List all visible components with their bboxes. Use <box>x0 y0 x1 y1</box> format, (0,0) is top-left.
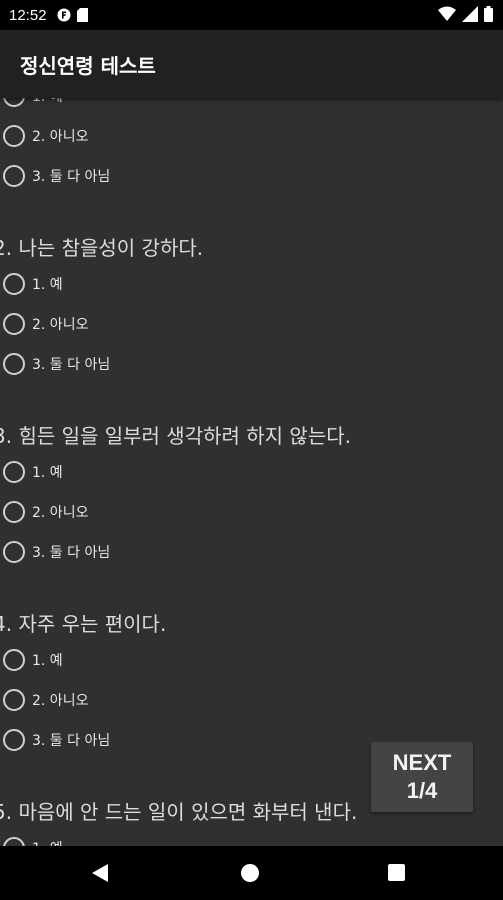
radio-button[interactable] <box>3 313 25 335</box>
status-time: 12:52 <box>9 6 47 24</box>
option-label: 3. 둘 다 아님 <box>32 357 111 373</box>
next-button-label: NEXT <box>392 750 452 775</box>
status-bar: 12:52 <box>0 0 503 30</box>
option-q4-2[interactable]: 2. 아니오 <box>0 680 503 720</box>
cellular-signal-icon <box>462 6 478 22</box>
option-label: 1. 예 <box>32 653 63 669</box>
radio-button[interactable] <box>3 729 25 751</box>
question-4-text: 4. 자주 우는 편이다. <box>0 612 167 636</box>
option-label: 1. 예 <box>32 465 63 481</box>
sd-card-icon <box>76 8 88 22</box>
navigation-bar <box>0 846 503 900</box>
page-title: 정신연령 테스트 <box>20 53 156 78</box>
radio-button[interactable] <box>3 273 25 295</box>
app-notification-icon <box>57 8 71 22</box>
option-label: 1. 예 <box>32 277 63 293</box>
radio-button[interactable] <box>3 98 25 107</box>
radio-button[interactable] <box>3 689 25 711</box>
app-bar: 정신연령 테스트 <box>0 30 503 98</box>
radio-button[interactable] <box>3 541 25 563</box>
page-indicator: 1/4 <box>406 778 438 803</box>
question-list-scroll[interactable]: 1. 예 2. 아니오 3. 둘 다 아님 2. 나는 참을성이 강하다. 1.… <box>0 98 503 846</box>
option-q3-3[interactable]: 3. 둘 다 아님 <box>0 532 503 572</box>
option-q2-1[interactable]: 1. 예 <box>0 264 503 304</box>
option-q1-3[interactable]: 3. 둘 다 아님 <box>0 156 503 196</box>
option-q2-3[interactable]: 3. 둘 다 아님 <box>0 344 503 384</box>
recents-icon[interactable] <box>388 864 405 881</box>
battery-icon <box>484 6 493 22</box>
next-button[interactable]: NEXT 1/4 <box>371 742 473 812</box>
option-q3-2[interactable]: 2. 아니오 <box>0 492 503 532</box>
question-3-text: 3. 힘든 일을 일부러 생각하려 하지 않는다. <box>0 424 351 448</box>
home-icon[interactable] <box>241 864 259 882</box>
back-icon[interactable] <box>92 864 110 882</box>
option-label: 2. 아니오 <box>32 129 89 145</box>
option-q1-2[interactable]: 2. 아니오 <box>0 116 503 156</box>
option-q2-2[interactable]: 2. 아니오 <box>0 304 503 344</box>
radio-button[interactable] <box>3 837 25 846</box>
radio-button[interactable] <box>3 353 25 375</box>
option-label: 1. 예 <box>32 98 63 106</box>
radio-button[interactable] <box>3 461 25 483</box>
option-q5-1[interactable]: 1. 예 <box>0 828 503 846</box>
option-label: 2. 아니오 <box>32 505 89 521</box>
option-label: 2. 아니오 <box>32 693 89 709</box>
option-label: 2. 아니오 <box>32 317 89 333</box>
option-label: 3. 둘 다 아님 <box>32 733 111 749</box>
option-q1-1[interactable]: 1. 예 <box>0 98 503 116</box>
radio-button[interactable] <box>3 501 25 523</box>
question-list: 1. 예 2. 아니오 3. 둘 다 아님 2. 나는 참을성이 강하다. 1.… <box>0 98 503 846</box>
radio-button[interactable] <box>3 125 25 147</box>
question-2-text: 2. 나는 참을성이 강하다. <box>0 236 204 260</box>
radio-button[interactable] <box>3 649 25 671</box>
option-q3-1[interactable]: 1. 예 <box>0 452 503 492</box>
option-label: 3. 둘 다 아님 <box>32 169 111 185</box>
option-label: 1. 예 <box>32 838 63 846</box>
option-q4-1[interactable]: 1. 예 <box>0 640 503 680</box>
option-label: 3. 둘 다 아님 <box>32 545 111 561</box>
radio-button[interactable] <box>3 165 25 187</box>
wifi-icon <box>438 6 456 21</box>
